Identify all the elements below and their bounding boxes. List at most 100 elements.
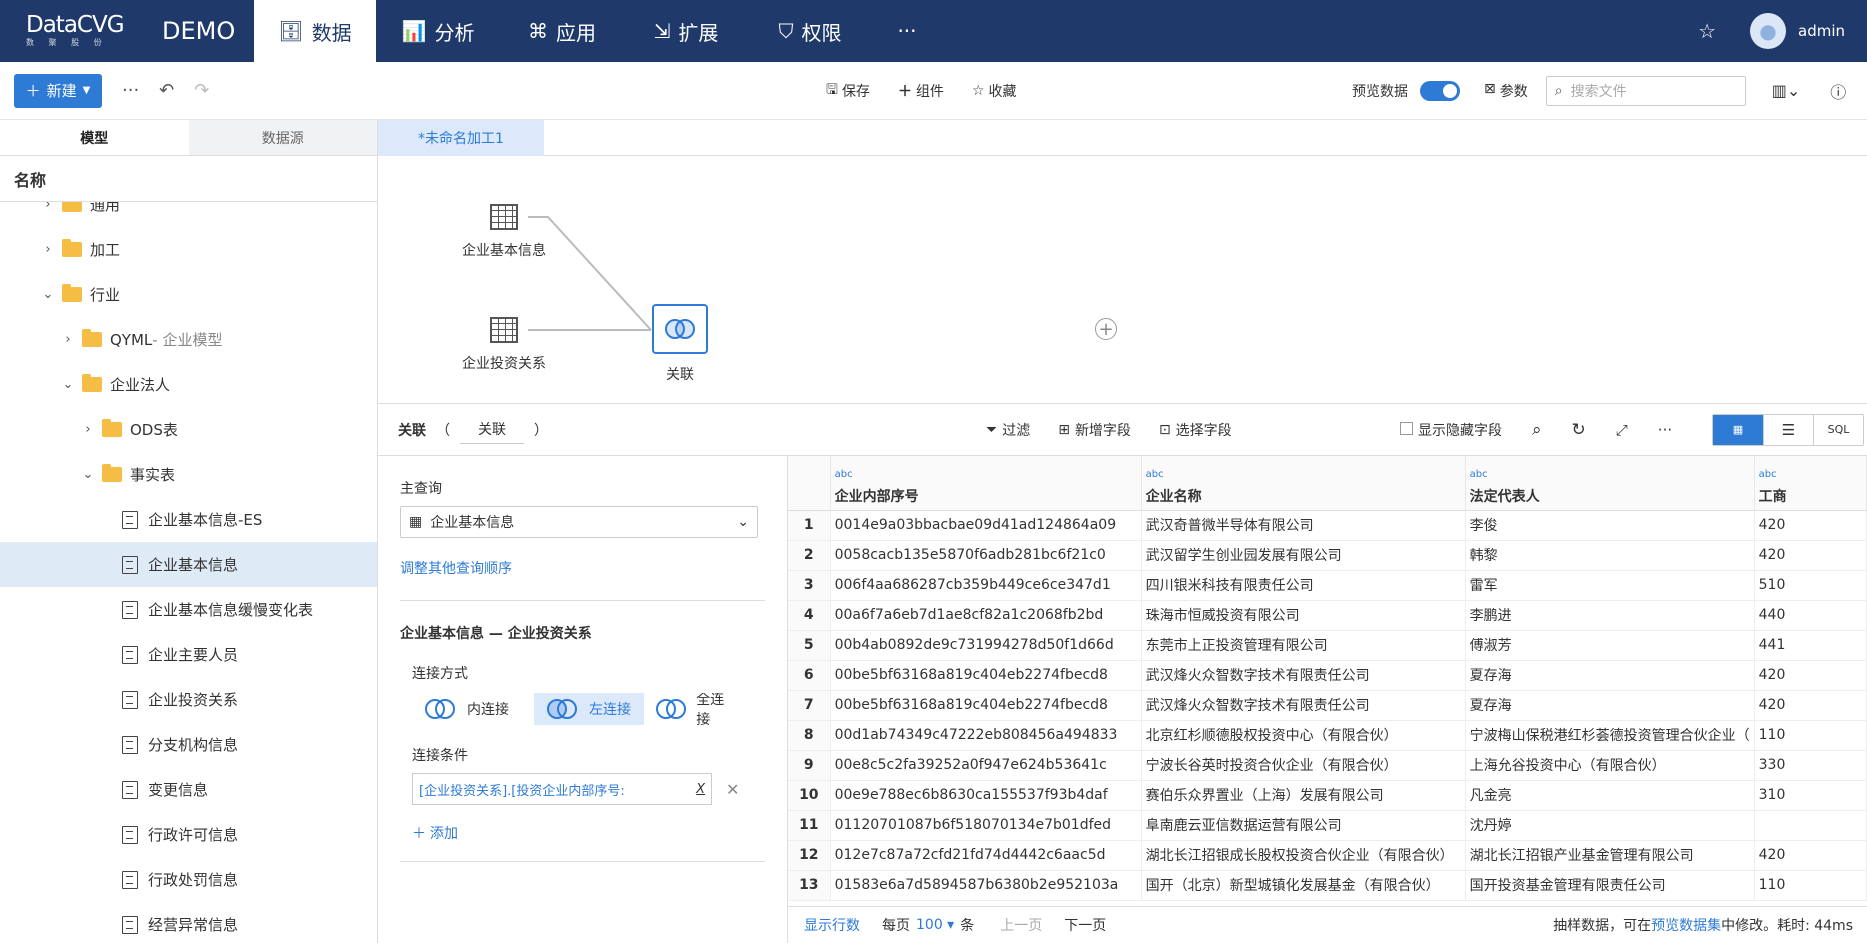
table-cell[interactable]: 00e8c5c2fa39252a0f947e624b53641c bbox=[830, 750, 1142, 781]
flow-node-join[interactable]: 关联 bbox=[652, 304, 708, 384]
column-header[interactable]: abc 企业内部序号 bbox=[830, 456, 1142, 511]
tree-item-table[interactable]: 企业基本信息 bbox=[0, 542, 377, 587]
work-tab[interactable]: *未命名加工1 bbox=[378, 120, 544, 156]
table-cell[interactable]: 310 bbox=[1754, 780, 1867, 811]
search-input[interactable]: ⌕ 搜索文件 bbox=[1545, 75, 1746, 106]
flow-node-table[interactable]: 企业投资关系 bbox=[462, 317, 546, 373]
table-cell[interactable]: 510 bbox=[1754, 570, 1867, 601]
table-cell[interactable]: 00d1ab74349c47222eb808456a494833 bbox=[830, 720, 1142, 751]
logo[interactable]: DataCVG 数 聚 股 份 bbox=[0, 14, 140, 48]
table-cell[interactable]: 00a6f7a6eb7d1ae8cf82a1c2068fb2bd bbox=[830, 600, 1142, 631]
table-cell[interactable]: 00be5bf63168a819c404eb2274fbecd8 bbox=[830, 660, 1142, 691]
tree-item-table[interactable]: 企业主要人员 bbox=[0, 632, 377, 677]
add-field-button[interactable]: ⊞ 新增字段 bbox=[1058, 420, 1131, 440]
tree-item-general[interactable]: › 通用 bbox=[0, 202, 377, 227]
tab-model[interactable]: 模型 bbox=[0, 120, 189, 155]
table-cell[interactable]: 国开（北京）新型城镇化发展基金（有限合伙） bbox=[1141, 870, 1466, 901]
table-cell[interactable]: 012e7c87a72cfd21fd74d4442c6aac5d bbox=[830, 840, 1142, 871]
table-cell[interactable]: 0058cacb135e5870f6adb281bc6f21c0 bbox=[830, 540, 1142, 571]
table-row[interactable]: 9 00e8c5c2fa39252a0f947e624b53641c 宁波长谷英时投… bbox=[788, 750, 1867, 781]
table-cell[interactable]: 傅淑芳 bbox=[1465, 630, 1755, 661]
column-header[interactable]: abc 法定代表人 bbox=[1465, 456, 1755, 511]
table-cell[interactable]: 李鹏进 bbox=[1465, 600, 1755, 631]
select-field-button[interactable]: ⊡ 选择字段 bbox=[1159, 420, 1232, 440]
tree-item-table[interactable]: 行政处罚信息 bbox=[0, 857, 377, 902]
inner-join-button[interactable]: 内连接 bbox=[412, 693, 522, 725]
page-size-select[interactable]: 100 ▾ bbox=[916, 917, 954, 933]
tree-item-table[interactable]: 企业基本信息缓慢变化表 bbox=[0, 587, 377, 632]
table-cell[interactable]: 武汉奇普微半导体有限公司 bbox=[1141, 510, 1466, 541]
table-cell[interactable]: 凡金亮 bbox=[1465, 780, 1755, 811]
save-button[interactable]: 🖫 保存 bbox=[826, 79, 870, 103]
grid-view-icon[interactable]: ▦ bbox=[1713, 414, 1763, 445]
table-row[interactable]: 12 012e7c87a72cfd21fd74d4442c6aac5d 湖北长江招银… bbox=[788, 840, 1867, 871]
table-row[interactable]: 7 00be5bf63168a819c404eb2274fbecd8 武汉烽火众智数… bbox=[788, 690, 1867, 721]
table-cell[interactable]: 珠海市恒威投资有限公司 bbox=[1141, 600, 1466, 631]
tree-item-table[interactable]: 变更信息 bbox=[0, 767, 377, 812]
table-cell[interactable]: 420 bbox=[1754, 510, 1867, 541]
close-icon[interactable]: ✕ bbox=[726, 780, 739, 799]
table-row[interactable]: 11 01120701087b6f518070134e7b01dfed 阜南鹿云亚信… bbox=[788, 810, 1867, 841]
table-row[interactable]: 4 00a6f7a6eb7d1ae8cf82a1c2068fb2bd 珠海市恒威投资… bbox=[788, 600, 1867, 631]
table-cell[interactable]: 420 bbox=[1754, 660, 1867, 691]
table-cell[interactable]: 武汉烽火众智数字技术有限责任公司 bbox=[1141, 690, 1466, 721]
search-icon[interactable]: ⌕ bbox=[1532, 420, 1542, 440]
table-cell[interactable] bbox=[1754, 810, 1867, 841]
table-cell[interactable]: 李俊 bbox=[1465, 510, 1755, 541]
expand-icon[interactable]: ⤢ bbox=[1616, 421, 1628, 439]
tree-item-qyml[interactable]: › QYML - 企业模型 bbox=[0, 317, 377, 362]
table-cell[interactable]: 阜南鹿云亚信数据运营有限公司 bbox=[1141, 810, 1466, 841]
favorite-button[interactable]: ☆ 收藏 bbox=[972, 81, 1017, 101]
more-icon[interactable]: ··· bbox=[122, 80, 139, 101]
table-cell[interactable]: 四川银米科技有限责任公司 bbox=[1141, 570, 1466, 601]
component-button[interactable]: ＋组件 bbox=[898, 81, 944, 101]
left-join-button[interactable]: 左连接 bbox=[534, 693, 644, 725]
table-cell[interactable]: 01120701087b6f518070134e7b01dfed bbox=[830, 810, 1142, 841]
star-icon[interactable]: ☆ bbox=[1698, 19, 1716, 43]
table-cell[interactable]: 雷军 bbox=[1465, 570, 1755, 601]
info-icon[interactable]: ⓘ bbox=[1830, 79, 1846, 103]
table-cell[interactable]: 110 bbox=[1754, 870, 1867, 901]
user-menu[interactable]: ● admin bbox=[1750, 13, 1845, 49]
add-condition-button[interactable]: ＋添加 bbox=[400, 823, 765, 843]
table-row[interactable]: 5 00b4ab0892de9c731994278d50f1d66d 东莞市上正投资… bbox=[788, 630, 1867, 661]
table-cell[interactable]: 0014e9a03bbacbae09d41ad124864a09 bbox=[830, 510, 1142, 541]
redo-icon[interactable]: ↷ bbox=[194, 80, 209, 101]
table-row[interactable]: 10 00e9e788ec6b8630ca155537f93b4daf 赛伯乐众界置… bbox=[788, 780, 1867, 811]
table-cell[interactable]: 441 bbox=[1754, 630, 1867, 661]
flow-node-table[interactable]: 企业基本信息 bbox=[462, 204, 546, 260]
table-cell[interactable]: 宁波长谷英时投资合伙企业（有限合伙） bbox=[1141, 750, 1466, 781]
table-cell[interactable]: 01583e6a7d5894587b6380b2e952103a bbox=[830, 870, 1142, 901]
table-cell[interactable]: 夏存海 bbox=[1465, 660, 1755, 691]
full-join-button[interactable]: 全连接 bbox=[656, 693, 736, 725]
tree-item-processing[interactable]: › 加工 bbox=[0, 227, 377, 272]
refresh-icon[interactable]: ↻ bbox=[1572, 420, 1586, 440]
table-row[interactable]: 6 00be5bf63168a819c404eb2274fbecd8 武汉烽火众智数… bbox=[788, 660, 1867, 691]
table-cell[interactable]: 上海允谷投资中心（有限合伙） bbox=[1465, 750, 1755, 781]
filter-button[interactable]: ⏷ 过滤 bbox=[986, 420, 1030, 440]
nav-analysis[interactable]: 📊 分析 bbox=[376, 0, 500, 62]
undo-icon[interactable]: ↶ bbox=[159, 80, 174, 101]
tree-item-table[interactable]: 经营异常信息 bbox=[0, 902, 377, 942]
table-cell[interactable]: 赛伯乐众界置业（上海）发展有限公司 bbox=[1141, 780, 1466, 811]
table-cell[interactable]: 武汉留学生创业园发展有限公司 bbox=[1141, 540, 1466, 571]
prev-page-button[interactable]: 上一页 bbox=[1000, 915, 1042, 935]
tab-datasource[interactable]: 数据源 bbox=[188, 120, 377, 155]
table-cell[interactable]: 湖北长江招银成长股权投资合伙企业（有限合伙） bbox=[1141, 840, 1466, 871]
tree-item-table[interactable]: 分支机构信息 bbox=[0, 722, 377, 767]
main-query-select[interactable]: ▦ 企业基本信息 ⌄ bbox=[400, 506, 758, 538]
layout-icon[interactable]: ▥⌄ bbox=[1772, 81, 1801, 100]
table-cell[interactable]: 00e9e788ec6b8630ca155537f93b4daf bbox=[830, 780, 1142, 811]
table-cell[interactable]: 北京红杉顺德股权投资中心（有限合伙） bbox=[1141, 720, 1466, 751]
list-view-icon[interactable]: ☰ bbox=[1763, 414, 1813, 445]
table-cell[interactable]: 00b4ab0892de9c731994278d50f1d66d bbox=[830, 630, 1142, 661]
condition-function-icon[interactable]: X bbox=[696, 782, 705, 797]
nav-apps[interactable]: ⌘ 应用 bbox=[500, 0, 624, 62]
nav-permission[interactable]: ⛉ 权限 bbox=[748, 0, 872, 62]
tree-item-table[interactable]: 企业投资关系 bbox=[0, 677, 377, 722]
table-cell[interactable]: 宁波梅山保税港红杉荟德投资管理合伙企业（ bbox=[1465, 720, 1755, 751]
show-rows-link[interactable]: 显示行数 bbox=[804, 915, 860, 935]
table-cell[interactable]: 420 bbox=[1754, 540, 1867, 571]
show-hidden-checkbox[interactable]: 显示隐藏字段 bbox=[1400, 420, 1502, 440]
tree-item-ods[interactable]: › ODS表 bbox=[0, 407, 377, 452]
